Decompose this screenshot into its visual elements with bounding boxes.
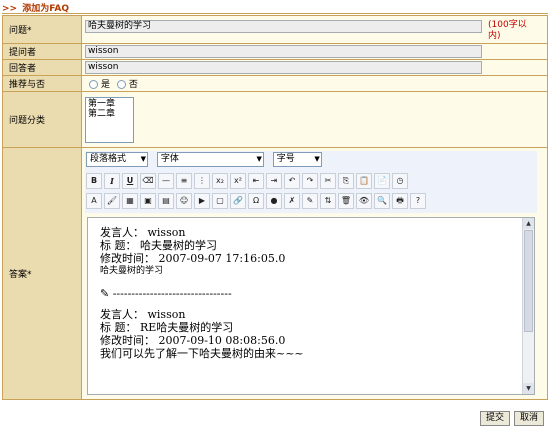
category-option[interactable]: 第二章 [88, 109, 131, 119]
flash-icon[interactable]: ▤ [158, 193, 174, 209]
bold-icon[interactable]: B [86, 173, 102, 189]
post-speaker: 发言人： wisson [100, 226, 186, 239]
special-char-icon[interactable]: Ω [248, 193, 264, 209]
font-select[interactable]: 字体 ▼ [156, 152, 264, 167]
asker-input[interactable]: wisson [85, 45, 482, 58]
answer-label: 答案* [2, 147, 82, 400]
cut-icon[interactable]: ✂ [320, 173, 336, 189]
answerer-input[interactable]: wisson [85, 61, 482, 74]
post-time: 修改时间： 2007-09-07 17:16:05.0 [100, 252, 286, 265]
rich-text-editor: 段落格式 ▼ 字体 ▼ 字号 ▼ B I U ⌫ — ≡ ⋮ x₂ x² ⇤ ⇥ ↶ ↷ ✂ ⎘ 📋 📄 ◷ A 🖌 ▦ ▣ ▤… [85, 151, 537, 397]
post-body: 哈夫曼树的学习 [100, 266, 164, 276]
pencil-icon: ✎ [100, 287, 110, 300]
edit-icon[interactable]: ✎ [302, 193, 318, 209]
recommend-no-label: 否 [128, 80, 138, 90]
image-icon[interactable]: ▣ [140, 193, 156, 209]
font-color-icon[interactable]: A [86, 193, 102, 209]
find-icon[interactable]: 🔍 [374, 193, 390, 209]
scroll-up-icon[interactable]: ▲ [523, 218, 534, 229]
answerer-label: 回答者 [2, 59, 82, 76]
submit-button[interactable]: 提交 [480, 411, 510, 426]
ordered-list-icon[interactable]: ⋮ [194, 173, 210, 189]
highlight-icon[interactable]: 🖌 [104, 193, 120, 209]
recommend-no-radio[interactable] [116, 80, 126, 89]
editor-content[interactable]: 发言人： wisson 标 题： 哈夫曼树的学习 修改时间： 2007-09-0… [87, 217, 535, 395]
subscript-icon[interactable]: x₂ [212, 173, 228, 189]
faq-form: 问题* 哈夫曼树的学习 (100字以内) 提问者 wisson 回答者 wiss… [2, 15, 548, 400]
frame-icon[interactable]: ▢ [212, 193, 228, 209]
timestamp-icon[interactable]: ◷ [392, 173, 408, 189]
post-title: 标 题： 哈夫曼树的学习 [100, 239, 217, 252]
redo-icon[interactable]: ↷ [302, 173, 318, 189]
question-label: 问题* [2, 15, 82, 44]
section-title-text: 添加为FAQ [22, 4, 69, 14]
paste-icon[interactable]: 📋 [356, 173, 372, 189]
superscript-icon[interactable]: x² [230, 173, 246, 189]
eraser-icon[interactable]: ⌫ [140, 173, 156, 189]
section-title: >> 添加为FAQ [2, 1, 548, 14]
print-icon[interactable]: 🖶 [392, 193, 408, 209]
media-icon[interactable]: ▶ [194, 193, 210, 209]
category-option[interactable]: 第一章 [88, 99, 131, 109]
paragraph-format-select[interactable]: 段落格式 ▼ [86, 152, 148, 167]
post-title: 标 题： RE哈夫曼树的学习 [100, 321, 234, 334]
delete-icon[interactable]: 🗑 [338, 193, 354, 209]
recommend-yes-radio[interactable] [89, 80, 98, 89]
category-listbox[interactable]: 第一章 第二章 [85, 96, 134, 143]
chevron-down-icon: ▼ [256, 155, 262, 163]
post-speaker: 发言人： wisson [100, 308, 186, 321]
cancel-button[interactable]: 取消 [514, 411, 544, 426]
post-divider: -------------------------------- [112, 287, 232, 300]
chevron-down-icon: ▼ [314, 155, 320, 163]
play-icon[interactable]: ● [266, 193, 282, 209]
asker-label: 提问者 [2, 43, 82, 60]
help-icon[interactable]: ? [410, 193, 426, 209]
editor-scrollbar[interactable]: ▲ ▼ [522, 218, 534, 394]
chevron-down-icon: ▼ [140, 155, 146, 163]
underline-icon[interactable]: U [122, 173, 138, 189]
indent-icon[interactable]: ⇥ [266, 173, 282, 189]
link-icon[interactable]: 🔗 [230, 193, 246, 209]
font-size-select[interactable]: 字号 ▼ [272, 152, 322, 167]
italic-icon[interactable]: I [104, 173, 120, 189]
undo-icon[interactable]: ↶ [284, 173, 300, 189]
post-body: 我们可以先了解一下哈夫曼树的由来~~~ [100, 347, 304, 360]
scroll-thumb[interactable] [524, 230, 533, 332]
double-arrow-icon: >> [2, 4, 18, 14]
remove-format-icon[interactable]: ✗ [284, 193, 300, 209]
recommend-yes-label: 是 [101, 80, 111, 90]
emoticon-icon[interactable]: ☺ [176, 193, 192, 209]
preview-icon[interactable]: 👁 [356, 193, 372, 209]
question-input[interactable]: 哈夫曼树的学习 [85, 19, 482, 33]
post-time: 修改时间： 2007-09-10 08:08:56.0 [100, 334, 286, 347]
scroll-down-icon[interactable]: ▼ [523, 383, 534, 394]
recommend-label: 推荐与否 [2, 75, 82, 92]
sort-icon[interactable]: ⇅ [320, 193, 336, 209]
paste-text-icon[interactable]: 📄 [374, 173, 390, 189]
category-label: 问题分类 [2, 91, 82, 148]
horizontal-rule-icon[interactable]: — [158, 173, 174, 189]
align-center-icon[interactable]: ≡ [176, 173, 192, 189]
editor-toolbar: 段落格式 ▼ 字体 ▼ 字号 ▼ B I U ⌫ — ≡ ⋮ x₂ x² ⇤ ⇥ ↶ ↷ ✂ ⎘ 📋 📄 ◷ A 🖌 ▦ ▣ ▤… [85, 151, 537, 213]
copy-icon[interactable]: ⎘ [338, 173, 354, 189]
question-hint: (100字以内) [488, 19, 527, 41]
outdent-icon[interactable]: ⇤ [248, 173, 264, 189]
table-icon[interactable]: ▦ [122, 193, 138, 209]
